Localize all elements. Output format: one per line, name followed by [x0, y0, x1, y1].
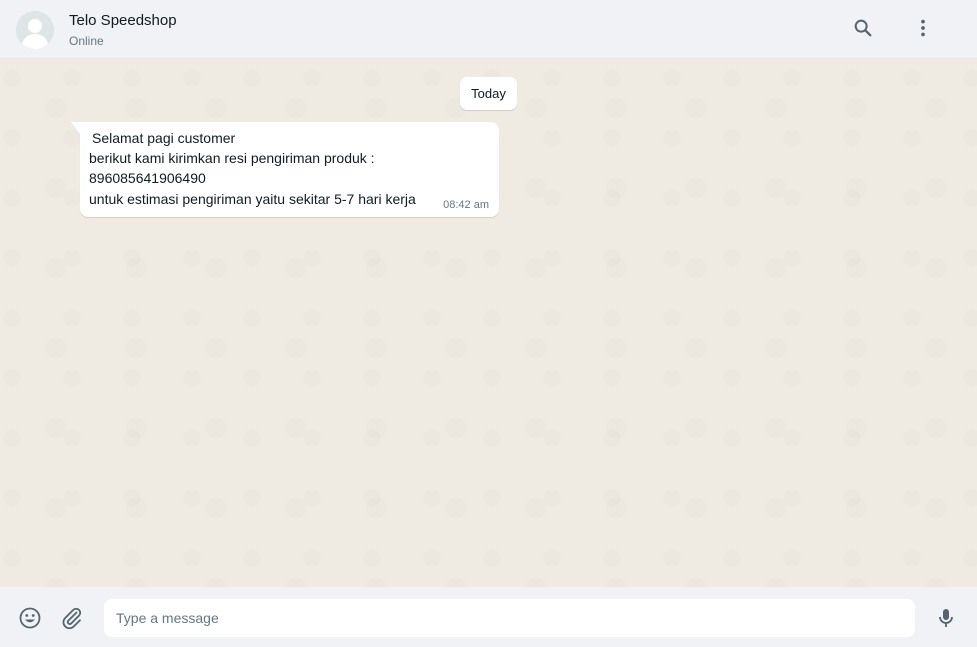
message-text-line: berikut kami kirimkan resi pengiriman pr… — [89, 150, 375, 166]
attach-button[interactable] — [58, 604, 86, 632]
message-list[interactable]: Today Selamat pagi customer berikut kami… — [0, 60, 977, 587]
attach-icon — [62, 607, 82, 630]
emoji-button[interactable] — [16, 604, 44, 632]
bubble-tail — [71, 122, 81, 135]
chat-window: Telo Speedshop Online Today Selamat pagi… — [0, 0, 977, 647]
date-separator: Today — [460, 77, 517, 110]
contact-status: Online — [69, 34, 104, 48]
message-text-line: Selamat pagi customer — [92, 130, 236, 146]
message-text-line: untuk estimasi pengiriman yaitu sekitar … — [89, 191, 416, 207]
chat-header: Telo Speedshop Online — [0, 0, 977, 59]
menu-button[interactable] — [909, 14, 937, 42]
message-input[interactable] — [104, 599, 915, 637]
emoji-icon — [19, 607, 41, 629]
search-icon — [854, 19, 872, 37]
message-bubble-incoming[interactable]: Selamat pagi customer berikut kami kirim… — [71, 122, 499, 217]
contact-avatar[interactable] — [16, 11, 54, 49]
search-button[interactable] — [849, 14, 877, 42]
more-vertical-icon — [921, 19, 925, 37]
mic-icon — [939, 609, 953, 627]
voice-message-button[interactable] — [932, 604, 960, 632]
message-timestamp: 08:42 am — [443, 199, 489, 211]
default-avatar-icon — [16, 11, 54, 49]
contact-name[interactable]: Telo Speedshop — [69, 12, 177, 30]
composer-bar — [0, 587, 977, 647]
message-text-line: 896085641906490 — [89, 170, 206, 186]
